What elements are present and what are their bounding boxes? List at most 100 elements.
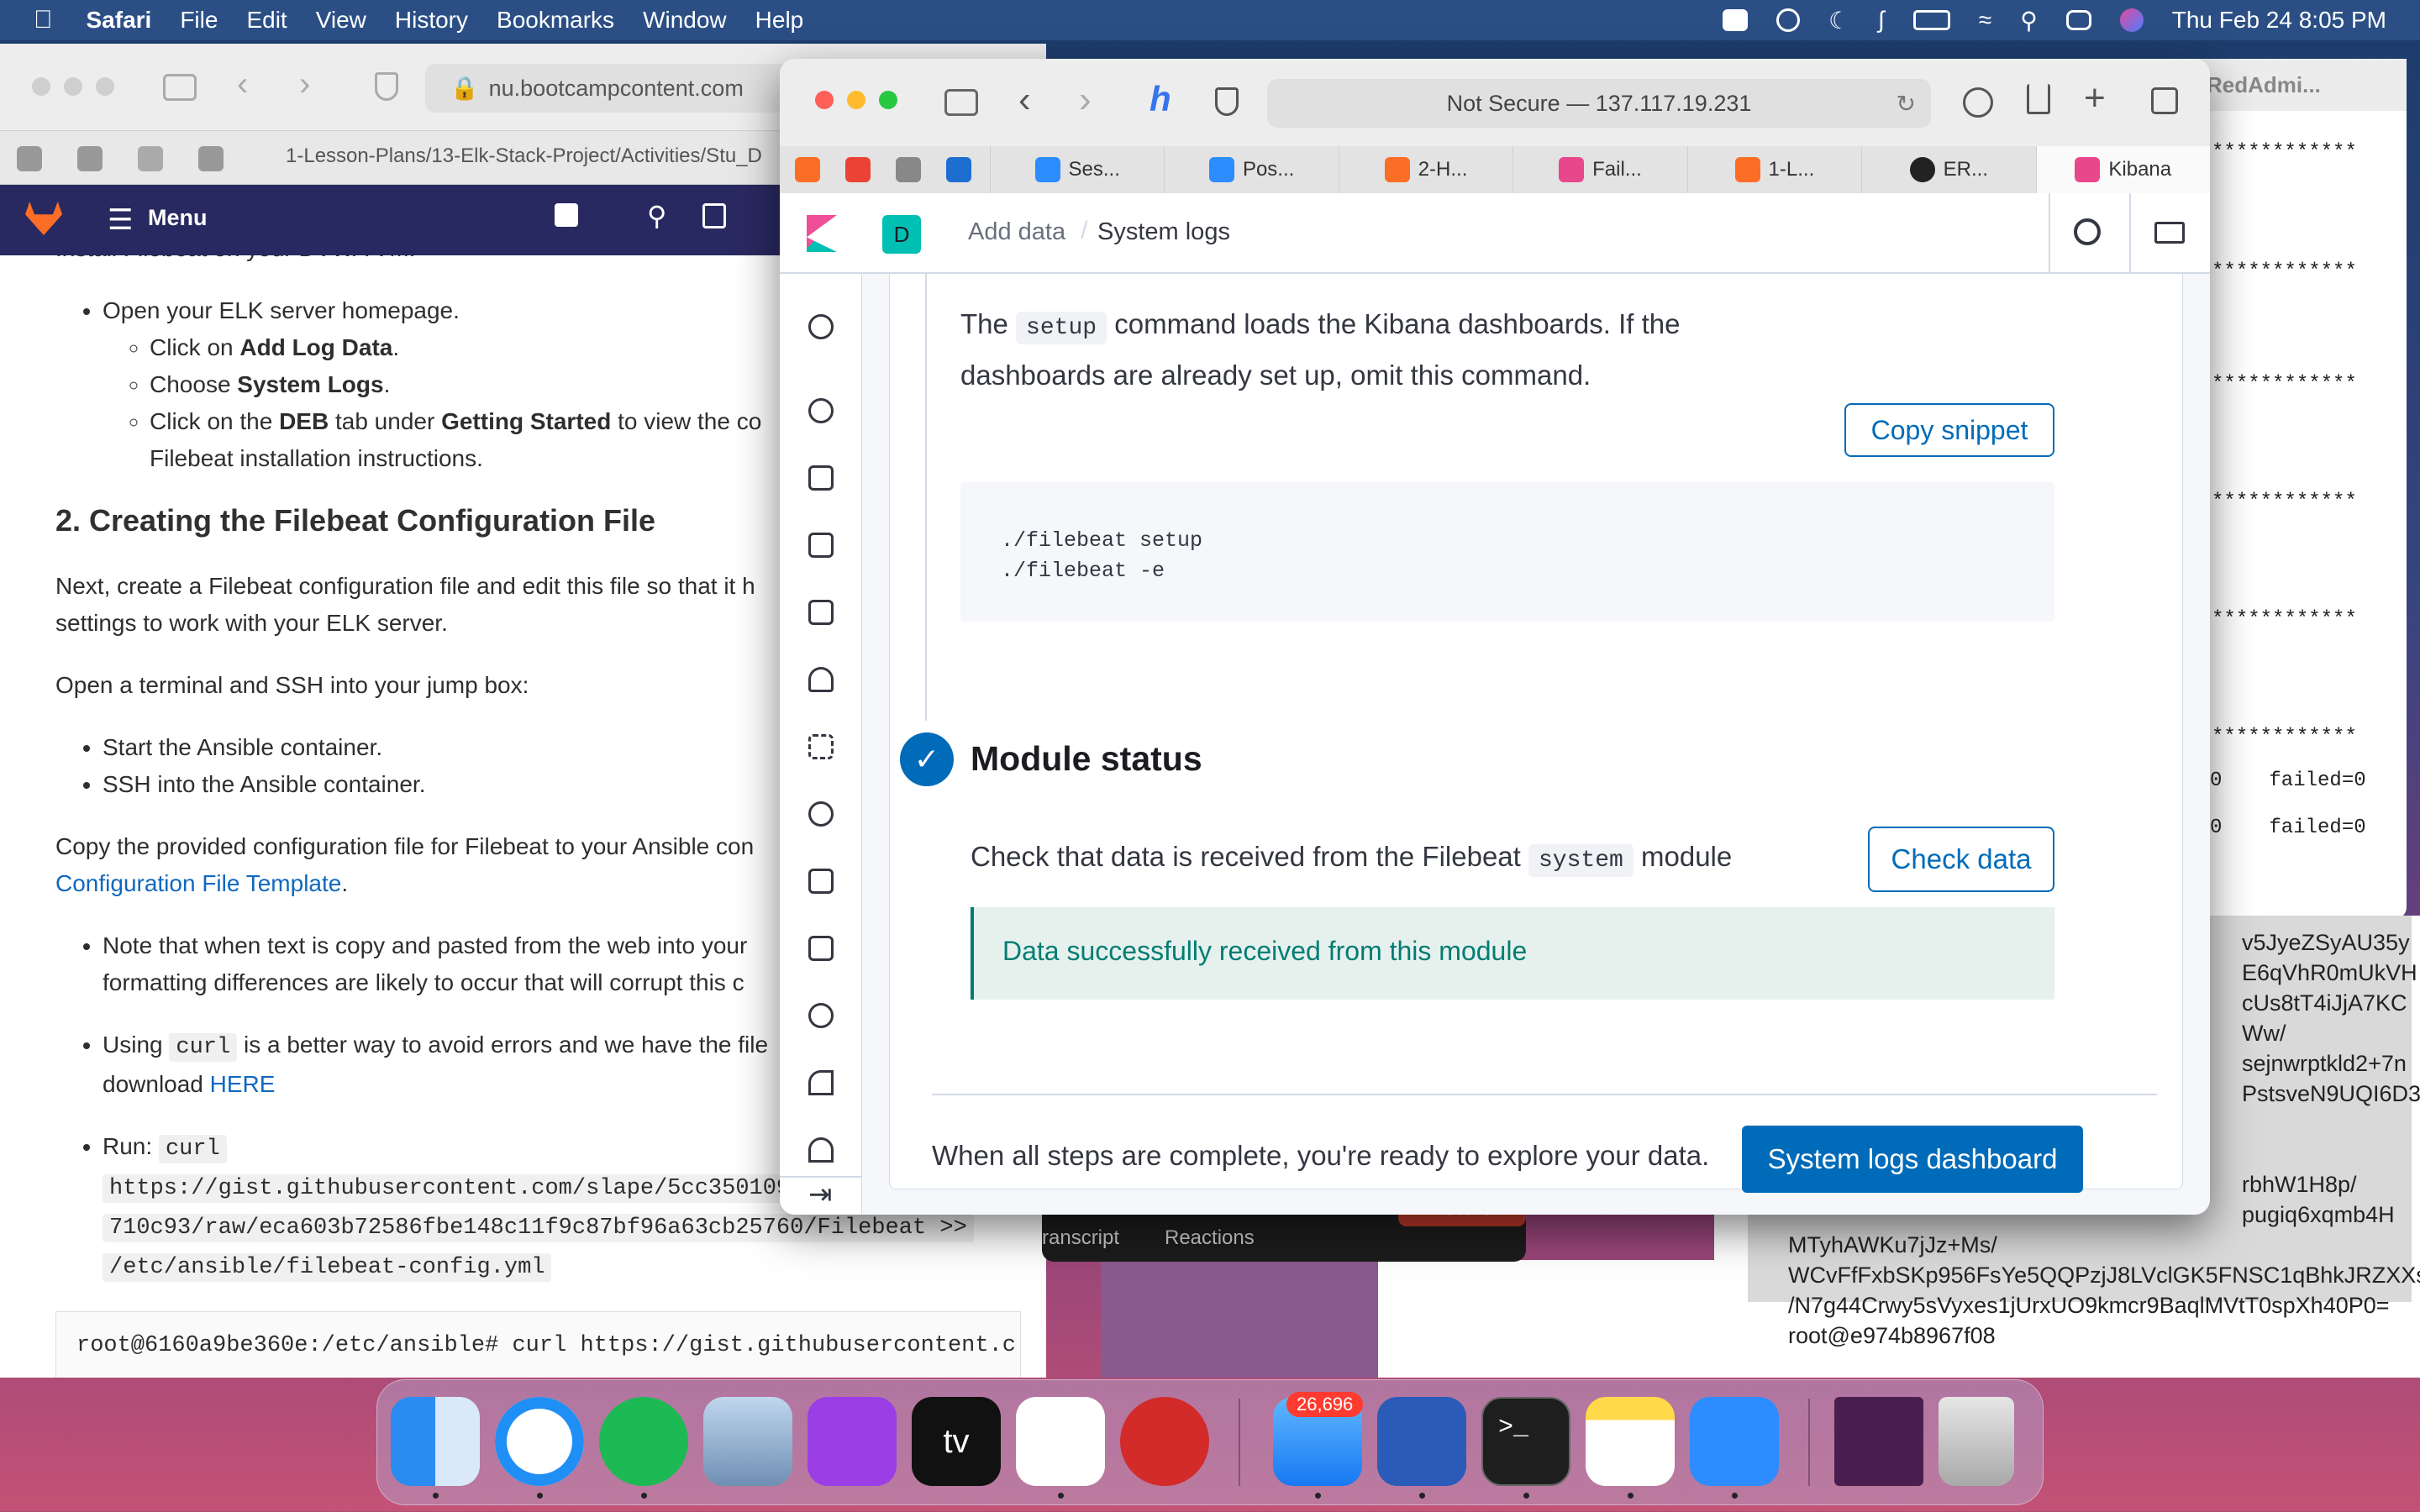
tab-overview-icon[interactable] [2151, 87, 2178, 114]
ml-icon[interactable] [808, 734, 834, 759]
forward-icon[interactable]: › [299, 66, 310, 103]
azure-favicon[interactable] [946, 157, 971, 182]
control-center-icon[interactable] [2065, 10, 2091, 30]
b-favicon[interactable] [138, 146, 163, 171]
hamburger-icon[interactable]: ☰ [108, 203, 133, 237]
apple-icon[interactable]:  [34, 6, 53, 34]
new-tab-icon[interactable]: + [2084, 77, 2106, 119]
zoom-button[interactable] [96, 77, 114, 96]
mail-icon[interactable] [2154, 222, 2185, 244]
b-favicon[interactable] [896, 157, 921, 182]
kibana-logo-icon[interactable] [807, 215, 837, 252]
download-icon[interactable] [1963, 87, 1993, 118]
copy-snippet-button[interactable]: Copy snippet [1844, 403, 2054, 457]
here-link[interactable]: HERE [210, 1071, 276, 1097]
tab-kibana[interactable]: Kibana [2035, 146, 2210, 193]
canvas-icon[interactable] [808, 600, 834, 625]
config-template-link[interactable]: Configuration File Template [55, 870, 341, 896]
visualize-icon[interactable] [808, 465, 834, 491]
transcript-label[interactable]: ranscript [1042, 1226, 1119, 1250]
honey-extension-icon[interactable]: h [1150, 79, 1171, 119]
a-favicon[interactable] [198, 146, 224, 171]
reload-icon[interactable]: ↻ [1897, 90, 1916, 118]
menubar-clock[interactable]: Thu Feb 24 8:05 PM [2172, 7, 2386, 34]
gitlab-menu-label[interactable]: Menu [148, 205, 208, 231]
podcasts-icon[interactable] [808, 1397, 897, 1486]
zoom-button[interactable] [879, 91, 897, 109]
new-item-icon[interactable] [555, 203, 578, 227]
gitlab-logo-icon[interactable] [25, 202, 62, 235]
close-button[interactable] [32, 77, 50, 96]
infrastructure-icon[interactable] [808, 801, 834, 827]
edit-icon[interactable] [702, 203, 726, 228]
menu-bookmarks[interactable]: Bookmarks [497, 7, 614, 34]
tab-2h[interactable]: 2-H... [1338, 146, 1513, 193]
tab-fail[interactable]: Fail... [1512, 146, 1687, 193]
word-icon[interactable] [1377, 1397, 1466, 1486]
space-badge[interactable]: D [882, 215, 921, 254]
menu-help[interactable]: Help [755, 7, 804, 34]
shield-icon[interactable] [1215, 87, 1239, 116]
minimize-button[interactable] [847, 91, 865, 109]
menu-history[interactable]: History [395, 7, 468, 34]
apple-tv-icon[interactable]: tv [912, 1397, 1001, 1486]
siem-icon[interactable] [808, 1070, 834, 1095]
back-icon[interactable]: ‹ [1018, 79, 1031, 121]
sidebar-icon[interactable] [944, 89, 978, 116]
trash-icon[interactable] [1939, 1397, 2014, 1486]
maps-icon[interactable] [808, 667, 834, 692]
battery-icon[interactable] [1912, 10, 1950, 30]
collapse-nav-icon[interactable]: ⇥ [808, 1178, 833, 1211]
gmail-favicon[interactable] [77, 146, 103, 171]
siri-icon[interactable] [2119, 8, 2144, 32]
search-icon[interactable]: ⚲ [647, 200, 666, 232]
help-icon[interactable] [2074, 218, 2101, 245]
back-icon[interactable]: ‹ [237, 66, 248, 103]
system-logs-dashboard-button[interactable]: System logs dashboard [1742, 1126, 2083, 1193]
spotlight-search-icon[interactable]: ⚲ [2020, 7, 2038, 34]
slack-window-thumbnail[interactable] [1834, 1397, 1923, 1486]
slack-icon[interactable] [1016, 1397, 1105, 1486]
notes-icon[interactable] [1586, 1397, 1675, 1486]
close-button[interactable] [815, 91, 834, 109]
zoom-status-icon[interactable] [1723, 9, 1749, 31]
check-data-button[interactable]: Check data [1868, 827, 2054, 892]
menu-edit[interactable]: Edit [246, 7, 287, 34]
apm-icon[interactable] [808, 936, 834, 961]
wifi-icon[interactable]: ≈ [1979, 7, 1991, 34]
moon-icon[interactable]: ☾ [1828, 7, 1849, 34]
tab-sessions[interactable]: Ses... [990, 146, 1165, 193]
recent-clock-icon[interactable] [808, 314, 834, 339]
left-bookmark-path[interactable]: 1-Lesson-Plans/13-Elk-Stack-Project/Acti… [286, 144, 762, 168]
menu-file[interactable]: File [180, 7, 218, 34]
tab-er[interactable]: ER... [1861, 146, 2036, 193]
uptime-icon[interactable] [808, 1003, 834, 1028]
reactions-label[interactable]: Reactions [1165, 1226, 1255, 1250]
address-bar[interactable]: Not Secure — 137.117.19.231 ↻ [1267, 79, 1931, 128]
discover-compass-icon[interactable] [808, 398, 834, 423]
gitlab-favicon[interactable] [795, 157, 820, 182]
sidebar-icon[interactable] [163, 74, 197, 101]
play-status-icon[interactable] [1776, 8, 1801, 32]
minimize-button[interactable] [64, 77, 82, 96]
forward-icon[interactable]: › [1079, 79, 1092, 121]
preview-icon[interactable] [703, 1397, 792, 1486]
vpn-app-icon[interactable] [1120, 1397, 1209, 1486]
menu-window[interactable]: Window [643, 7, 727, 34]
zoom-app-icon[interactable] [1690, 1397, 1779, 1486]
tab-pos[interactable]: Pos... [1164, 146, 1339, 193]
dashboard-icon[interactable] [808, 533, 834, 558]
bluetooth-icon[interactable]: ∫ [1878, 7, 1885, 34]
menu-app-name[interactable]: Safari [87, 7, 152, 34]
tab-1l[interactable]: 1-L... [1686, 146, 1862, 193]
menu-view[interactable]: View [316, 7, 366, 34]
breadcrumb-add-data[interactable]: Add data [968, 218, 1065, 246]
gmail-favicon[interactable] [845, 157, 871, 182]
safari-icon[interactable] [495, 1397, 584, 1486]
share-icon[interactable] [2027, 84, 2050, 114]
terminal-icon[interactable]: >_ [1481, 1397, 1570, 1486]
spotify-icon[interactable] [599, 1397, 688, 1486]
shield-icon[interactable] [375, 72, 398, 101]
gitlab-favicon[interactable] [17, 146, 42, 171]
logs-icon[interactable] [808, 869, 834, 894]
